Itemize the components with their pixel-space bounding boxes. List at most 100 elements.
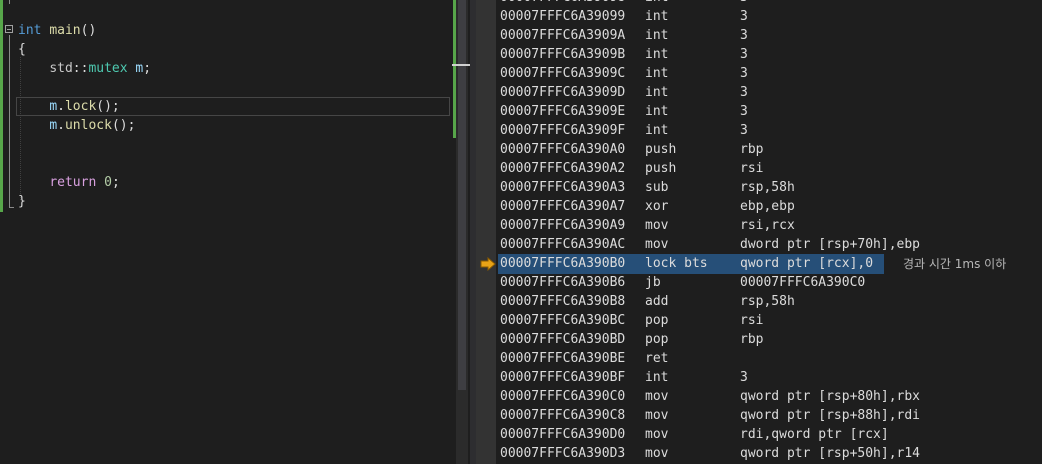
perf-tip[interactable]: 경과 시간 1ms 이하 bbox=[903, 256, 1006, 272]
instruction-address: 00007FFFC6A390A2 bbox=[500, 161, 626, 176]
disassembly-row[interactable]: 00007FFFC6A390A2 push rsi bbox=[476, 159, 1042, 178]
editor-scrollbar-thumb[interactable] bbox=[458, 0, 466, 390]
instruction-operands: rsi bbox=[740, 161, 764, 176]
disassembly-row[interactable]: 00007FFFC6A390A0 push rbp bbox=[476, 140, 1042, 159]
code-text: int main() bbox=[18, 21, 96, 40]
disassembly-row[interactable]: 00007FFFC6A390AC mov dword ptr [rsp+70h],e… bbox=[476, 235, 1042, 254]
instruction-mnemonic: mov bbox=[645, 237, 669, 252]
instruction-address: 00007FFFC6A3909D bbox=[500, 85, 626, 100]
instruction-mnemonic: mov bbox=[645, 446, 669, 461]
instruction-operands: 3 bbox=[740, 9, 748, 24]
code-line[interactable] bbox=[0, 78, 452, 97]
instruction-operands: rsi bbox=[740, 313, 764, 328]
disassembly-row[interactable]: 00007FFFC6A390BF int 3 bbox=[476, 368, 1042, 387]
instruction-address: 00007FFFC6A390C8 bbox=[500, 408, 626, 423]
instruction-operands: 3 bbox=[740, 28, 748, 43]
code-token: . bbox=[57, 99, 65, 114]
instruction-operands: 3 bbox=[740, 66, 748, 81]
instruction-operands: 3 bbox=[740, 85, 748, 100]
instruction-operands: 3 bbox=[740, 104, 748, 119]
instruction-address: 00007FFFC6A3909E bbox=[500, 104, 626, 119]
instruction-address: 00007FFFC6A390AC bbox=[500, 237, 626, 252]
instruction-address: 00007FFFC6A390A9 bbox=[500, 218, 626, 233]
disassembly-row[interactable]: 00007FFFC6A390A9 mov rsi,rcx bbox=[476, 216, 1042, 235]
code-text: return 0; bbox=[18, 173, 120, 192]
instruction-operands: 3 bbox=[740, 47, 748, 62]
instruction-mnemonic: ret bbox=[645, 351, 669, 366]
instruction-address: 00007FFFC6A390BD bbox=[500, 332, 626, 347]
disassembly-row[interactable]: 00007FFFC6A390B6 jb 00007FFFC6A390C0 bbox=[476, 273, 1042, 292]
instruction-operands: qword ptr [rcx],0 bbox=[740, 256, 874, 271]
instruction-mnemonic: int bbox=[645, 0, 668, 7]
instruction-address: 00007FFFC6A39098 bbox=[500, 0, 625, 7]
code-token: :: bbox=[72, 61, 89, 76]
instruction-address: 00007FFFC6A390A3 bbox=[500, 180, 626, 195]
code-line[interactable] bbox=[0, 135, 452, 154]
code-line[interactable]: m.lock(); bbox=[0, 97, 452, 116]
code-token: 0 bbox=[104, 175, 112, 190]
instruction-address: 00007FFFC6A390BE bbox=[500, 351, 626, 366]
instruction-mnemonic: pop bbox=[645, 332, 669, 347]
disassembly-row[interactable]: 00007FFFC6A3909B int 3 bbox=[476, 45, 1042, 64]
instruction-mnemonic: int bbox=[645, 85, 669, 100]
code-line[interactable] bbox=[0, 154, 452, 173]
disassembly-row[interactable]: 00007FFFC6A390A7 xor ebp,ebp bbox=[476, 197, 1042, 216]
disassembly-row[interactable]: 00007FFFC6A390BD pop rbp bbox=[476, 330, 1042, 349]
code-line[interactable]: } bbox=[0, 192, 452, 211]
disassembly-row[interactable]: 00007FFFC6A390C8 mov qword ptr [rsp+88h],r… bbox=[476, 406, 1042, 425]
instruction-operands: 3 bbox=[740, 0, 748, 7]
instruction-mnemonic: int bbox=[645, 9, 669, 24]
disassembly-row[interactable]: 00007FFFC6A3909C int 3 bbox=[476, 64, 1042, 83]
instruction-mnemonic: mov bbox=[645, 408, 669, 423]
code-token: unlock bbox=[64, 118, 112, 133]
code-token: ; bbox=[111, 175, 120, 190]
code-token: . bbox=[57, 118, 65, 133]
code-line[interactable]: std::mutex m; bbox=[0, 59, 452, 78]
instruction-address: 00007FFFC6A39099 bbox=[500, 9, 626, 24]
instruction-address: 00007FFFC6A3909A bbox=[500, 28, 626, 43]
disassembly-row[interactable]: 00007FFFC6A39099 int 3 bbox=[476, 7, 1042, 26]
instruction-mnemonic: push bbox=[645, 142, 677, 157]
disassembly-row[interactable]: 00007FFFC6A390D3 mov qword ptr [rsp+50h],r… bbox=[476, 444, 1042, 463]
disassembly-row[interactable]: 00007FFFC6A39098 int 3 bbox=[476, 0, 1042, 7]
instruction-operands: rsp,58h bbox=[740, 180, 795, 195]
instruction-operands: 3 bbox=[740, 370, 748, 385]
disassembly-row[interactable]: 00007FFFC6A3909F int 3 bbox=[476, 121, 1042, 140]
instruction-mnemonic: int bbox=[645, 123, 669, 138]
instruction-operands: rdi,qword ptr [rcx] bbox=[740, 427, 889, 442]
disassembly-window[interactable]: 00007FFFC6A39098 int 3 00007FFFC6A39099 int 3… bbox=[476, 0, 1042, 464]
code-token: () bbox=[80, 23, 97, 38]
code-line[interactable]: { bbox=[0, 40, 452, 59]
code-text: m.lock(); bbox=[18, 97, 119, 116]
disassembly-row[interactable]: 00007FFFC6A3909D int 3 bbox=[476, 83, 1042, 102]
instruction-address: 00007FFFC6A390A0 bbox=[500, 142, 626, 157]
code-token: main bbox=[49, 23, 81, 38]
instruction-mnemonic: push bbox=[645, 161, 677, 176]
instruction-mnemonic: int bbox=[645, 47, 669, 62]
instruction-mnemonic: lock bts bbox=[645, 256, 708, 271]
instruction-mnemonic: int bbox=[645, 370, 669, 385]
disassembly-row[interactable]: 00007FFFC6A390BE ret bbox=[476, 349, 1042, 368]
disassembly-row[interactable]: 00007FFFC6A390A3 sub rsp,58h bbox=[476, 178, 1042, 197]
disassembly-row[interactable]: 00007FFFC6A390BC pop rsi bbox=[476, 311, 1042, 330]
code-line[interactable]: int main() bbox=[0, 21, 452, 40]
code-token: lock bbox=[64, 99, 97, 114]
code-token: m bbox=[49, 99, 58, 114]
code-line[interactable]: return 0; bbox=[0, 173, 452, 192]
instruction-operands: qword ptr [rsp+80h],rbx bbox=[740, 389, 921, 404]
instruction-address: 00007FFFC6A390D3 bbox=[500, 446, 626, 461]
code-line[interactable]: m.unlock(); bbox=[0, 116, 452, 135]
disassembly-row[interactable]: 00007FFFC6A390C0 mov qword ptr [rsp+80h],r… bbox=[476, 387, 1042, 406]
source-editor[interactable]: int main(){ std::mutex m; m.lock(); m.un… bbox=[0, 0, 452, 464]
disassembly-row[interactable]: 00007FFFC6A390B8 add rsp,58h bbox=[476, 292, 1042, 311]
code-token: m bbox=[49, 118, 58, 133]
disassembly-row[interactable]: 00007FFFC6A3909A int 3 bbox=[476, 26, 1042, 45]
disassembly-row[interactable]: 00007FFFC6A3909E int 3 bbox=[476, 102, 1042, 121]
instruction-mnemonic: pop bbox=[645, 313, 669, 328]
instruction-mnemonic: jb bbox=[645, 275, 661, 290]
instruction-address: 00007FFFC6A390B6 bbox=[500, 275, 626, 290]
disassembly-row[interactable]: 00007FFFC6A390D0 mov rdi,qword ptr [rcx] bbox=[476, 425, 1042, 444]
